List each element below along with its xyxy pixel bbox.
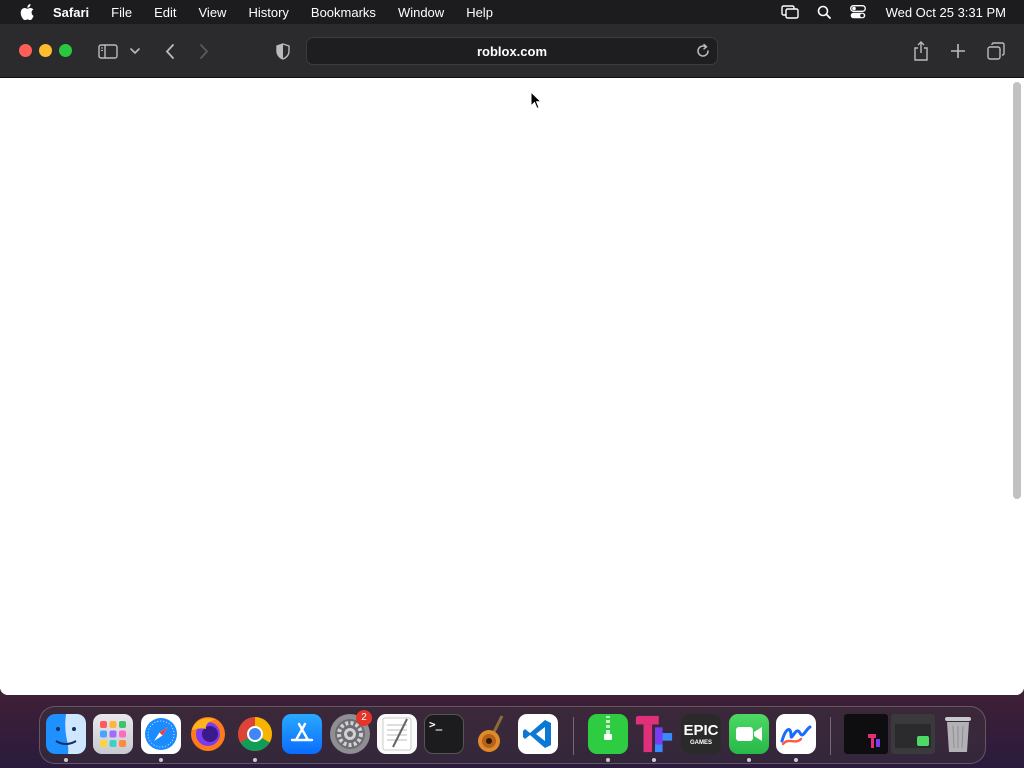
running-indicator [606, 758, 610, 762]
share-icon[interactable] [911, 39, 931, 63]
trash-icon[interactable] [938, 714, 978, 754]
address-bar[interactable]: roblox.com [306, 37, 718, 65]
freeform-icon[interactable] [776, 714, 816, 754]
forward-icon[interactable] [196, 39, 212, 63]
menu-app-name[interactable]: Safari [53, 5, 89, 20]
chevron-down-icon[interactable] [129, 39, 141, 63]
web-content-area[interactable] [0, 78, 1024, 695]
menu-view[interactable]: View [199, 5, 227, 20]
epic-label-bottom: GAMES [689, 739, 712, 746]
safari-toolbar: roblox.com [0, 24, 1024, 78]
tetris-icon[interactable] [634, 714, 674, 754]
running-indicator [253, 758, 257, 762]
garageband-icon[interactable] [471, 714, 511, 754]
menu-bookmarks[interactable]: Bookmarks [311, 5, 376, 20]
facetime-icon[interactable] [729, 714, 769, 754]
menu-bar: Safari File Edit View History Bookmarks … [0, 0, 1024, 24]
vertical-scrollbar[interactable] [1013, 82, 1021, 499]
minimized-window-thumbnail[interactable] [891, 714, 935, 754]
close-window-button[interactable] [19, 44, 32, 57]
mouse-cursor-icon [530, 90, 543, 115]
minimize-window-button[interactable] [39, 44, 52, 57]
vscode-icon[interactable] [518, 714, 558, 754]
reload-icon[interactable] [695, 43, 711, 59]
running-indicator [64, 758, 68, 762]
finder-icon[interactable] [46, 714, 86, 754]
control-center-icon[interactable] [848, 2, 868, 22]
archive-icon[interactable] [588, 714, 628, 754]
screen-mirroring-icon[interactable] [780, 2, 800, 22]
dock-separator [573, 717, 574, 755]
chrome-icon[interactable] [235, 714, 275, 754]
url-text[interactable]: roblox.com [477, 44, 547, 59]
menu-window[interactable]: Window [398, 5, 444, 20]
launchpad-icon[interactable] [93, 714, 133, 754]
menu-history[interactable]: History [248, 5, 288, 20]
notification-badge: 2 [356, 710, 372, 726]
running-indicator [652, 758, 656, 762]
epic-games-icon[interactable]: EPIC GAMES [681, 714, 721, 754]
safari-window: roblox.com [0, 24, 1024, 695]
textedit-icon[interactable] [377, 714, 417, 754]
epic-label-top: EPIC [683, 721, 719, 739]
tab-overview-icon[interactable] [985, 39, 1007, 63]
firefox-icon[interactable] [188, 714, 228, 754]
menu-edit[interactable]: Edit [154, 5, 176, 20]
dock: >_ EPIC GAMES [39, 706, 986, 764]
sidebar-toggle-icon[interactable] [97, 39, 119, 63]
dock-separator [830, 717, 831, 755]
minimized-window-thumbnail[interactable] [844, 714, 888, 754]
app-store-icon[interactable] [282, 714, 322, 754]
privacy-shield-icon[interactable] [274, 39, 292, 63]
menu-file[interactable]: File [111, 5, 132, 20]
running-indicator [747, 758, 751, 762]
safari-icon[interactable] [141, 714, 181, 754]
spotlight-search-icon[interactable] [814, 2, 834, 22]
terminal-icon[interactable]: >_ [424, 714, 464, 754]
terminal-prompt-label: >_ [429, 718, 443, 731]
back-icon[interactable] [161, 39, 177, 63]
new-tab-icon[interactable] [948, 39, 968, 63]
apple-icon[interactable] [17, 2, 37, 22]
running-indicator [159, 758, 163, 762]
running-indicator [794, 758, 798, 762]
zoom-window-button[interactable] [59, 44, 72, 57]
menu-help[interactable]: Help [466, 5, 493, 20]
menu-bar-clock[interactable]: Wed Oct 25 3:31 PM [886, 5, 1006, 20]
